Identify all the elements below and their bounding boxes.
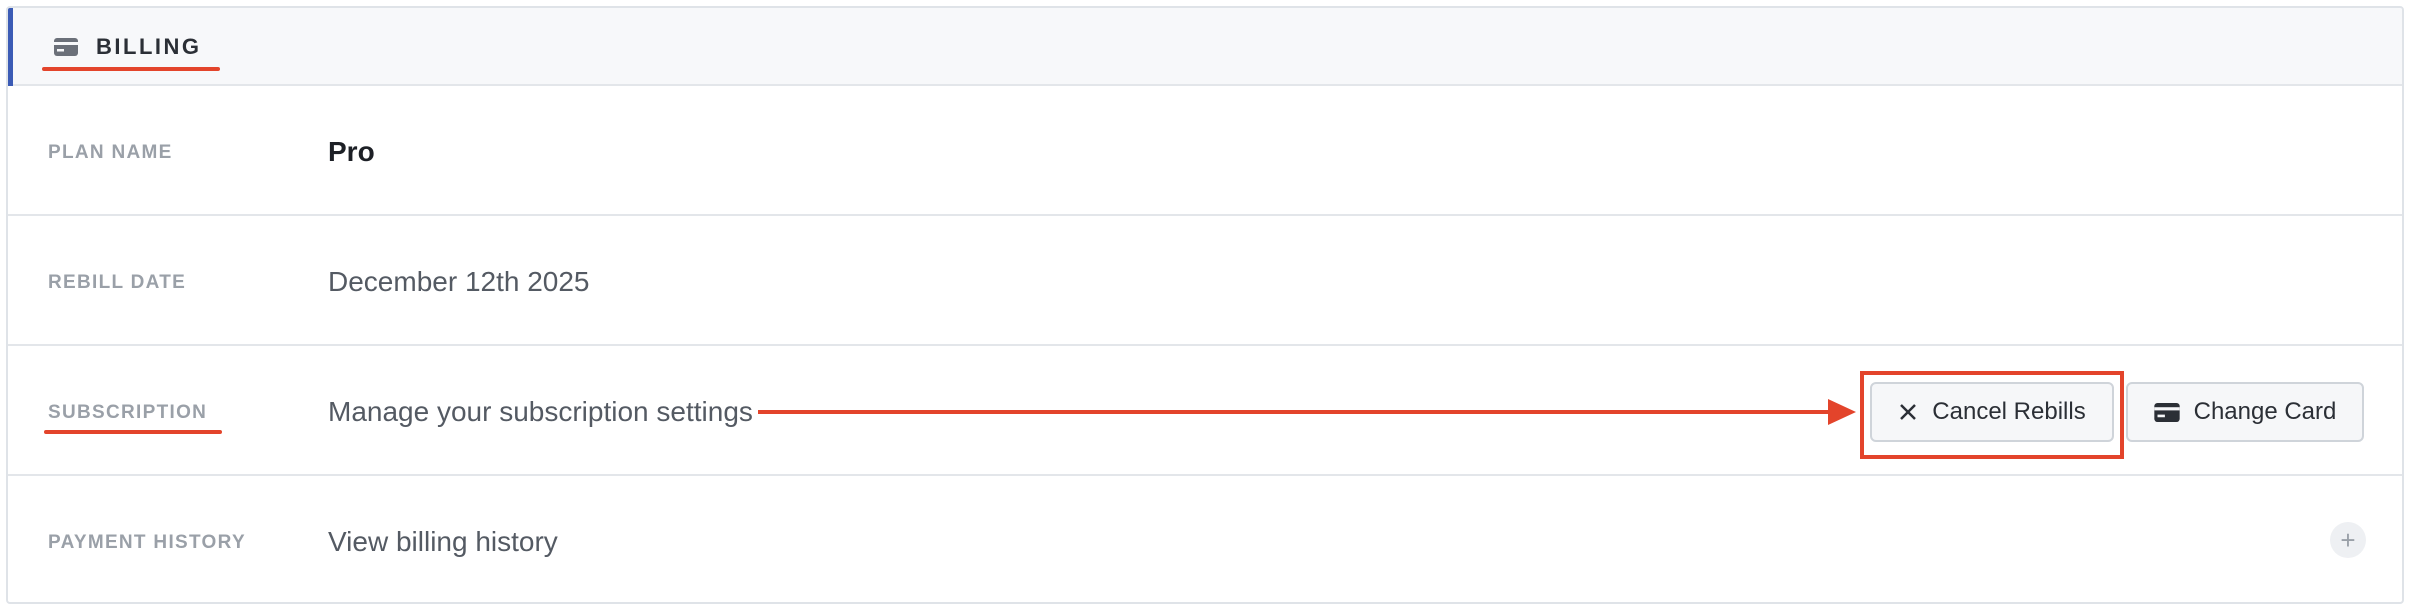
change-card-button[interactable]: Change Card <box>2126 382 2364 442</box>
subscription-annotation-underline <box>44 430 222 434</box>
expand-plus-icon[interactable]: + <box>2330 522 2366 558</box>
billing-title: BILLING <box>96 34 202 59</box>
rebill-date-label: REBILL DATE <box>48 272 187 293</box>
plan-name-label: PLAN NAME <box>48 142 173 163</box>
plan-name-row: PLAN NAME Pro <box>8 86 2402 216</box>
rebill-date-row: REBILL DATE December 12th 2025 <box>8 216 2402 346</box>
cancel-rebills-label: Cancel Rebills <box>1932 398 2086 425</box>
payment-history-value: View billing history <box>328 526 558 557</box>
credit-card-icon <box>54 38 78 56</box>
payment-history-row[interactable]: PAYMENT HISTORY View billing history + <box>8 476 2402 602</box>
plan-name-value: Pro <box>328 136 375 167</box>
subscription-value: Manage your subscription settings <box>328 396 753 427</box>
header-accent-bar <box>8 8 13 86</box>
payment-history-label: PAYMENT HISTORY <box>48 532 246 553</box>
billing-panel: BILLING PLAN NAME Pro REBILL DATE Decemb… <box>6 6 2404 604</box>
cancel-rebills-button[interactable]: Cancel Rebills <box>1870 382 2114 442</box>
subscription-label: SUBSCRIPTION <box>48 402 208 423</box>
rebill-date-value: December 12th 2025 <box>328 266 590 297</box>
title-annotation-underline <box>42 67 220 71</box>
annotation-arrow <box>758 399 1856 425</box>
billing-header: BILLING <box>8 8 2402 86</box>
subscription-row: SUBSCRIPTION Manage your subscription se… <box>8 346 2402 476</box>
credit-card-icon <box>2153 402 2180 422</box>
close-icon <box>1900 404 1917 420</box>
change-card-label: Change Card <box>2193 398 2337 425</box>
